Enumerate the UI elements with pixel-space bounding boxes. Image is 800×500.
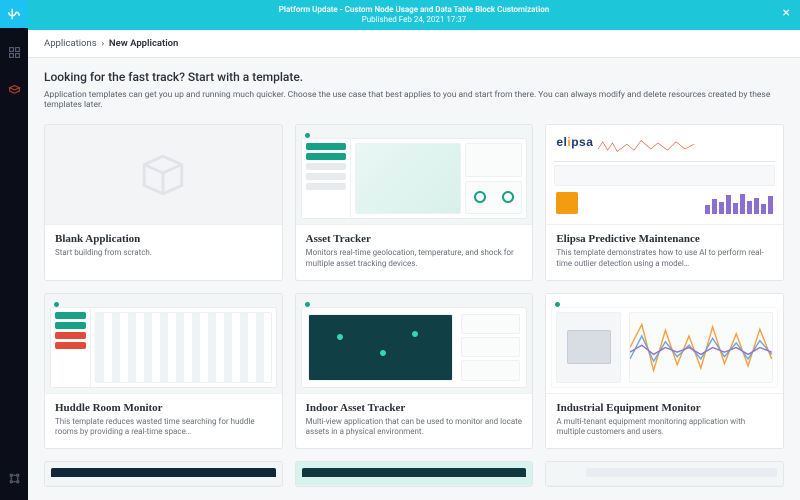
breadcrumb: Applications › New Application (28, 30, 800, 58)
template-thumb (45, 462, 282, 486)
template-card-peek[interactable] (545, 461, 784, 487)
template-title: Elipsa Predictive Maintenance (556, 233, 773, 245)
elipsa-logo: elipsa (556, 135, 593, 149)
template-title: Industrial Equipment Monitor (556, 402, 773, 414)
template-thumb: elipsa (546, 125, 783, 225)
page-subheading: Application templates can get you up and… (44, 90, 784, 110)
template-card-indoor[interactable]: Indoor Asset Tracker Multi-view applicat… (295, 293, 534, 450)
template-grid: Blank Application Start building from sc… (44, 124, 784, 487)
template-title: Indoor Asset Tracker (306, 402, 523, 414)
main: Platform Update - Custom Node Usage and … (28, 0, 800, 500)
dashboards-icon[interactable] (0, 38, 28, 66)
logo[interactable] (0, 0, 28, 28)
breadcrumb-current: New Application (109, 38, 178, 49)
template-desc: This template reduces wasted time search… (55, 417, 272, 439)
box-icon (138, 150, 188, 200)
template-thumb (546, 462, 783, 486)
banner-subtitle: Published Feb 24, 2021 17:37 (279, 15, 549, 25)
template-card-peek[interactable] (44, 461, 283, 487)
template-thumb (546, 294, 783, 394)
sidebar (0, 0, 28, 500)
template-desc: Monitors real-time geolocation, temperat… (306, 248, 523, 270)
announcement-banner: Platform Update - Custom Node Usage and … (28, 0, 800, 30)
template-thumb (296, 294, 533, 394)
template-card-industrial[interactable]: Industrial Equipment Monitor A multi-ten… (545, 293, 784, 450)
content: Looking for the fast track? Start with a… (28, 58, 800, 500)
banner-title: Platform Update - Custom Node Usage and … (279, 5, 549, 15)
template-title: Huddle Room Monitor (55, 402, 272, 414)
template-title: Blank Application (55, 233, 272, 245)
template-title: Asset Tracker (306, 233, 523, 245)
template-card-peek[interactable] (295, 461, 534, 487)
template-desc: Start building from scratch. (55, 248, 272, 259)
template-card-huddle[interactable]: Huddle Room Monitor This template reduce… (44, 293, 283, 450)
template-thumb (45, 294, 282, 394)
close-icon[interactable]: × (783, 6, 790, 20)
template-card-blank[interactable]: Blank Application Start building from sc… (44, 124, 283, 281)
settings-icon[interactable] (0, 464, 28, 492)
template-card-elipsa[interactable]: elipsa (545, 124, 784, 281)
devices-icon[interactable] (0, 76, 28, 104)
template-thumb (45, 125, 282, 225)
template-desc: This template demonstrates how to use AI… (556, 248, 773, 270)
sparkline-icon (598, 137, 694, 155)
breadcrumb-root[interactable]: Applications (44, 38, 97, 49)
template-desc: Multi-view application that can be used … (306, 417, 523, 439)
page-heading: Looking for the fast track? Start with a… (44, 70, 784, 84)
template-desc: A multi-tenant equipment monitoring appl… (556, 417, 773, 439)
template-card-asset-tracker[interactable]: Asset Tracker Monitors real-time geoloca… (295, 124, 534, 281)
template-thumb (296, 462, 533, 486)
template-thumb (296, 125, 533, 225)
